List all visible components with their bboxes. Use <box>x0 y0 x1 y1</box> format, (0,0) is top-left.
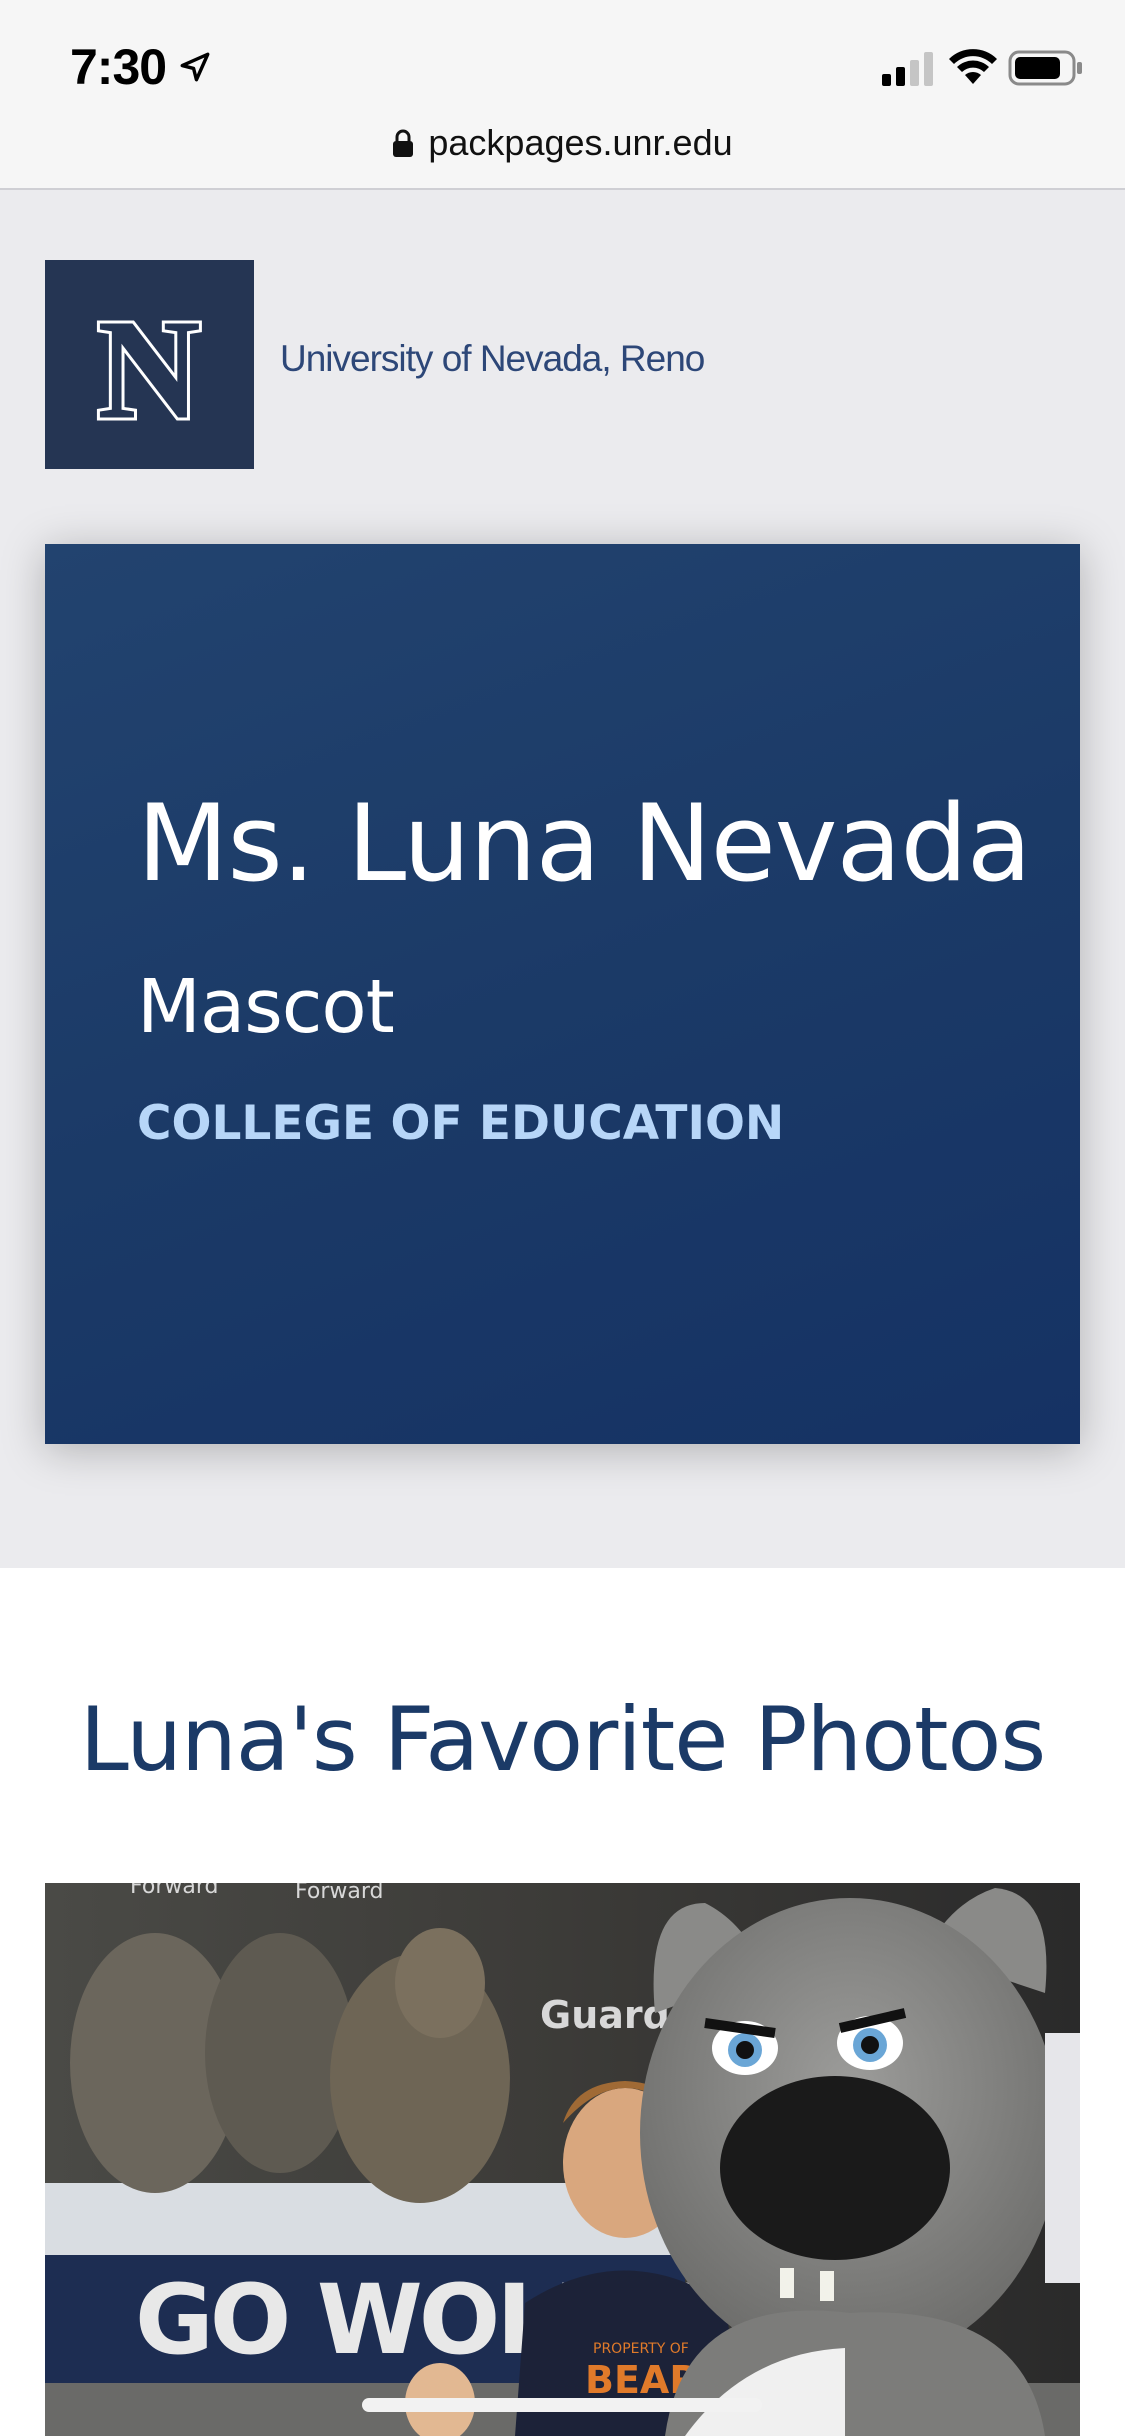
svg-text:Forward: Forward <box>130 1883 218 1899</box>
svg-text:PROPERTY OF: PROPERTY OF <box>593 2341 689 2357</box>
svg-text:Guard: Guard <box>540 1993 670 2037</box>
profile-college: COLLEGE OF EDUCATION <box>137 1096 785 1151</box>
battery-icon <box>1008 50 1082 86</box>
profile-title: Mascot <box>137 964 395 1050</box>
profile-hero-card: Ms. Luna Nevada Mascot COLLEGE OF EDUCAT… <box>45 544 1080 1444</box>
status-time: 7:30 <box>70 39 167 95</box>
profile-name: Ms. Luna Nevada <box>137 782 1032 905</box>
svg-text:Forward: Forward <box>295 1883 383 1904</box>
lock-icon <box>393 129 414 157</box>
university-logo[interactable]: N N <box>45 260 254 469</box>
status-bar: 7:30 packpages.unr.edu <box>0 0 1125 190</box>
url-bar[interactable]: packpages.unr.edu <box>0 118 1125 168</box>
favorite-photos-section: Luna's Favorite Photos GO WOLF P Forward… <box>0 1568 1125 2436</box>
home-indicator[interactable] <box>362 2398 762 2412</box>
wifi-icon <box>949 49 997 84</box>
url-text: packpages.unr.edu <box>428 122 733 163</box>
svg-text:N: N <box>98 290 201 448</box>
university-name[interactable]: University of Nevada, Reno <box>280 338 705 380</box>
n-logo-icon: N N <box>94 287 204 452</box>
mascot-photo-image: GO WOLF P Forward Forward Guard PROPERTY… <box>45 1883 1080 2436</box>
mascot-photo[interactable]: GO WOLF P Forward Forward Guard PROPERTY… <box>45 1883 1080 2436</box>
photos-heading: Luna's Favorite Photos <box>79 1688 1046 1791</box>
location-arrow-icon <box>180 52 210 82</box>
signal-icon <box>882 52 933 86</box>
